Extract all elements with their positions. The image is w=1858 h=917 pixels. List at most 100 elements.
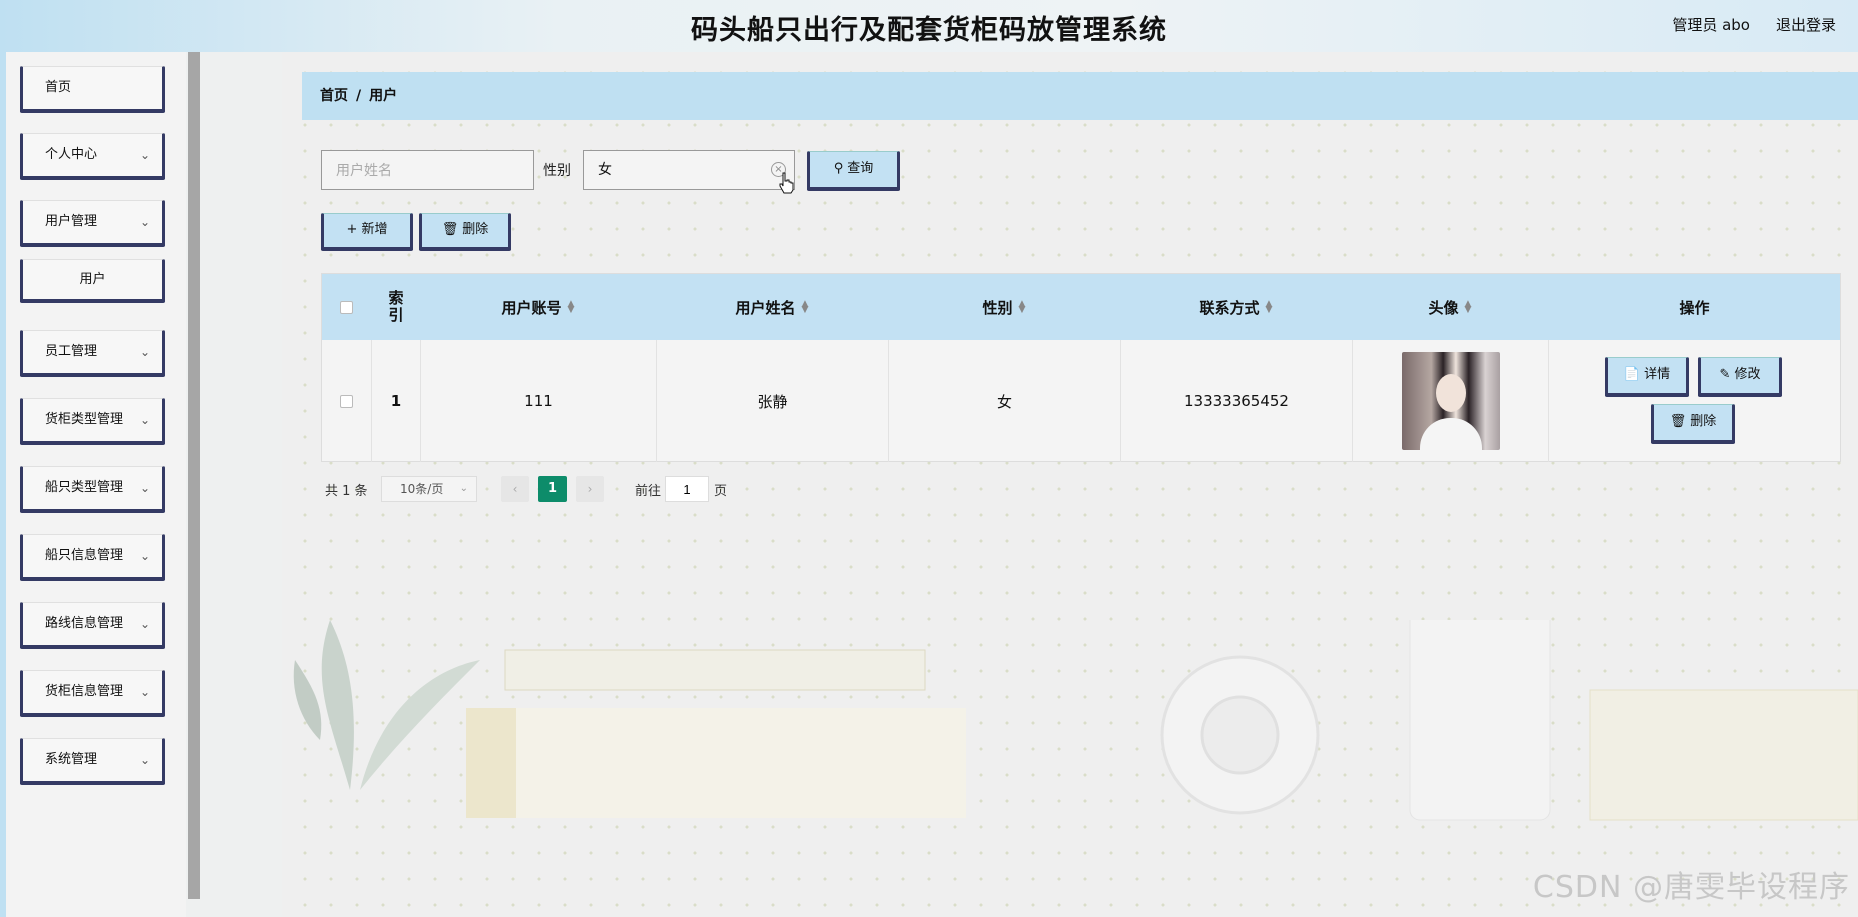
- goto-page-input[interactable]: [665, 476, 709, 502]
- row-delete-button[interactable]: 🗑 删除: [1651, 404, 1735, 444]
- page-size-value: 10条/页: [400, 482, 444, 496]
- next-page-button[interactable]: ›: [576, 476, 604, 502]
- sidebar-item-system-management[interactable]: 系统管理 ⌄: [20, 738, 165, 785]
- sort-icon[interactable]: ▲ ▼: [1266, 300, 1273, 315]
- edit-icon: ✎: [1719, 367, 1731, 382]
- sort-icon[interactable]: ▲ ▼: [802, 300, 809, 315]
- sort-icon[interactable]: ▲ ▼: [568, 300, 575, 315]
- trash-icon: 🗑: [1669, 414, 1687, 429]
- edit-button[interactable]: ✎ 修改: [1698, 357, 1782, 397]
- sidebar-item-ship-type-management[interactable]: 船只类型管理 ⌄: [20, 466, 165, 513]
- trash-icon: 🗑: [441, 222, 459, 237]
- gender-search-input[interactable]: 女: [583, 150, 795, 190]
- breadcrumb-current: 用户: [369, 88, 398, 104]
- app-header: 码头船只出行及配套货柜码放管理系统 管理员 abo 退出登录: [0, 0, 1858, 52]
- chevron-down-icon: ⌄: [139, 345, 150, 359]
- sidebar-item-personal-center[interactable]: 个人中心 ⌄: [20, 133, 165, 180]
- sidebar-item-label: 员工管理: [45, 344, 98, 359]
- breadcrumb-separator: /: [356, 88, 362, 104]
- query-button-label: 查询: [847, 161, 874, 176]
- column-header-label: 索引: [386, 290, 405, 324]
- cell-gender: 女: [888, 340, 1120, 462]
- sidebar-scrollbar[interactable]: [188, 52, 200, 899]
- sidebar-item-label: 船只信息管理: [45, 548, 124, 563]
- chevron-down-icon: ⌄: [139, 753, 150, 767]
- sidebar-item-label: 用户管理: [45, 214, 98, 229]
- column-header-account[interactable]: 用户账号 ▲ ▼: [420, 274, 656, 340]
- column-header-contact[interactable]: 联系方式 ▲ ▼: [1120, 274, 1352, 340]
- document-icon: 📄: [1623, 367, 1641, 382]
- breadcrumb-home[interactable]: 首页: [320, 88, 348, 104]
- chevron-down-icon: ⌄: [139, 549, 150, 563]
- delete-button-label: 删除: [462, 222, 489, 237]
- current-user: 管理员 abo: [1672, 16, 1750, 34]
- column-header-index: 索引: [371, 274, 420, 340]
- add-button[interactable]: + 新增: [321, 213, 413, 251]
- column-header-avatar[interactable]: 头像 ▲ ▼: [1352, 274, 1548, 340]
- sidebar-item-label: 船只类型管理: [45, 480, 124, 495]
- sidebar-item-label: 首页: [45, 80, 72, 95]
- gender-input-value: 女: [598, 162, 612, 178]
- sort-icon[interactable]: ▲ ▼: [1465, 300, 1472, 315]
- cell-index: 1: [371, 340, 420, 462]
- edit-button-label: 修改: [1734, 367, 1761, 382]
- search-icon: ⚲: [833, 161, 844, 176]
- sidebar-item-user-management[interactable]: 用户管理 ⌄: [20, 200, 165, 247]
- sidebar-item-user[interactable]: 用户: [20, 259, 165, 303]
- avatar[interactable]: [1401, 352, 1500, 450]
- sidebar-item-container-type-management[interactable]: 货柜类型管理 ⌄: [20, 398, 165, 445]
- sidebar-item-label: 路线信息管理: [45, 616, 124, 631]
- gender-label: 性别: [543, 163, 571, 179]
- chevron-left-icon: ‹: [512, 482, 518, 496]
- page-unit-label: 页: [714, 484, 728, 499]
- page-number-button[interactable]: 1: [538, 476, 567, 502]
- chevron-down-icon: ⌄: [139, 215, 150, 229]
- goto-label: 前往: [635, 484, 662, 499]
- chevron-down-icon: ⌄: [139, 617, 150, 631]
- breadcrumb: 首页 / 用户: [302, 72, 1858, 120]
- column-header-label: 操作: [1679, 298, 1710, 317]
- sidebar-item-route-info-management[interactable]: 路线信息管理 ⌄: [20, 602, 165, 649]
- cell-phone: 13333365452: [1120, 340, 1352, 462]
- cell-name: 张静: [656, 340, 888, 462]
- sidebar-item-label: 系统管理: [45, 752, 98, 767]
- page-size-select[interactable]: 10条/页 ⌄: [381, 476, 477, 502]
- add-button-label: 新增: [361, 222, 388, 237]
- avatar-face-shape: [1435, 374, 1466, 412]
- row-delete-button-label: 删除: [1690, 414, 1717, 429]
- column-header-label: 联系方式: [1199, 298, 1260, 317]
- column-header-name[interactable]: 用户姓名 ▲ ▼: [656, 274, 888, 340]
- sidebar-item-staff-management[interactable]: 员工管理 ⌄: [20, 330, 165, 377]
- cell-account: 111: [420, 340, 656, 462]
- delete-button[interactable]: 🗑 删除: [419, 213, 511, 251]
- chevron-down-icon: ⌄: [139, 148, 150, 162]
- plus-icon: +: [346, 222, 358, 237]
- hand-cursor-icon: [779, 172, 794, 194]
- chevron-right-icon: ›: [587, 482, 593, 496]
- sort-icon[interactable]: ▲ ▼: [1019, 300, 1026, 315]
- select-all-checkbox-cell: [322, 274, 371, 340]
- column-header-actions: 操作: [1548, 274, 1841, 340]
- sidebar-item-home[interactable]: 首页: [20, 66, 165, 113]
- sidebar-item-ship-info-management[interactable]: 船只信息管理 ⌄: [20, 534, 165, 581]
- row-checkbox[interactable]: [340, 394, 353, 408]
- watermark-text: CSDN @唐雯毕设程序: [1532, 870, 1850, 905]
- sidebar-item-label: 个人中心: [45, 147, 98, 162]
- query-button[interactable]: ⚲ 查询: [807, 151, 900, 191]
- sidebar-item-label: 货柜类型管理: [45, 412, 124, 427]
- chevron-down-icon: ⌄: [139, 685, 150, 699]
- detail-button-label: 详情: [1644, 367, 1671, 382]
- column-header-label: 用户姓名: [735, 298, 796, 317]
- select-all-checkbox[interactable]: [340, 300, 353, 314]
- cell-avatar: [1352, 340, 1548, 462]
- chevron-down-icon: ⌄: [139, 481, 150, 495]
- user-name-search-input[interactable]: [321, 150, 534, 190]
- prev-page-button[interactable]: ‹: [501, 476, 529, 502]
- chevron-down-icon: ⌄: [139, 413, 150, 427]
- pagination-total: 共 1 条: [325, 484, 368, 499]
- column-header-gender[interactable]: 性别 ▲ ▼: [888, 274, 1120, 340]
- detail-button[interactable]: 📄 详情: [1605, 357, 1689, 397]
- sidebar-item-container-info-management[interactable]: 货柜信息管理 ⌄: [20, 670, 165, 717]
- app-title: 码头船只出行及配套货柜码放管理系统: [691, 15, 1167, 46]
- logout-link[interactable]: 退出登录: [1776, 14, 1836, 35]
